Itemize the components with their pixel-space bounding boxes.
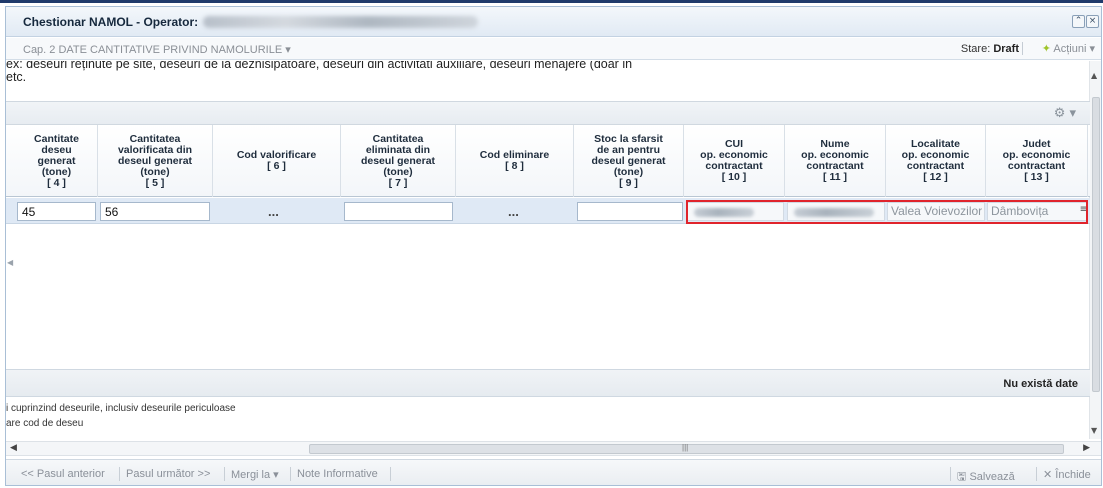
column-header[interactable]: Judet op. economic contractant [ 13 ]: [986, 125, 1088, 197]
scroll-right-icon[interactable]: ▶: [1083, 443, 1090, 453]
cod-valorificare-picker[interactable]: ...: [268, 204, 279, 219]
save-icon: 🖫: [957, 470, 967, 483]
column-header[interactable]: Nume op. economic contractant [ 11 ]: [785, 125, 886, 197]
close-icon[interactable]: ×: [1086, 15, 1099, 28]
cantitate-eliminata-input[interactable]: [344, 202, 453, 221]
collapse-arrow-icon[interactable]: ◀: [7, 258, 13, 267]
sparkle-icon: ✦: [1041, 42, 1051, 55]
save-label: Salvează: [969, 471, 1015, 483]
column-header[interactable]: Stoc la sfarsit de an pentru deseul gene…: [574, 125, 684, 197]
close-x-icon: ✕: [1043, 468, 1053, 481]
window-title: Chestionar NAMOL - Operator:: [23, 15, 199, 29]
divider: [224, 467, 225, 481]
divider: [290, 467, 291, 481]
cantitate-valorificata-input[interactable]: [100, 202, 210, 221]
no-data-label: Nu există date: [1003, 378, 1078, 390]
stoc-input[interactable]: [577, 202, 683, 221]
divider: [390, 467, 391, 481]
questionnaire-window: Chestionar NAMOL - Operator: ⌃ × Cap. 2 …: [5, 6, 1102, 486]
actions-menu[interactable]: ✦ Acțiuni ▾: [1042, 42, 1095, 55]
scroll-grip-icon: |||: [682, 443, 689, 452]
grid-status-bar: Nu există date: [6, 369, 1090, 397]
chapter-dropdown[interactable]: Cap. 2 DATE CANTITATIVE PRIVIND NAMOLURI…: [23, 43, 291, 56]
column-header[interactable]: Cantitate deseu generat (tone) [ 4 ]: [16, 125, 98, 197]
vertical-scroll-thumb[interactable]: [1092, 97, 1100, 392]
divider: [950, 467, 951, 481]
top-accent-line: [0, 0, 1103, 3]
scroll-up-icon[interactable]: ▲: [1091, 71, 1097, 80]
grid-header-row: Cantitate deseu generat (tone) [ 4 ] Can…: [6, 125, 1090, 197]
state-label: Stare:: [960, 43, 991, 55]
wizard-toolbar: << Pasul anterior Pasul următor >> Mergi…: [6, 459, 1101, 485]
column-header[interactable]: CUI op. economic contractant [ 10 ]: [684, 125, 785, 197]
data-grid: ⚙ ▾ Cantitate deseu generat (tone) [ 4 ]…: [6, 101, 1090, 374]
divider: [1022, 42, 1023, 55]
goto-dropdown[interactable]: Mergi la ▾: [231, 468, 279, 481]
info-notes-button[interactable]: Note Informative: [297, 468, 378, 480]
prev-step-button[interactable]: << Pasul anterior: [21, 468, 105, 480]
description-line-2: etc.: [6, 70, 27, 84]
actions-label: Acțiuni ▾: [1053, 43, 1095, 55]
horizontal-scrollbar[interactable]: ◀ ||| ▶: [6, 441, 1101, 456]
section-bar: Cap. 2 DATE CANTITATIVE PRIVIND NAMOLURI…: [6, 38, 1101, 60]
column-header[interactable]: Cod eliminare [ 8 ]: [456, 125, 574, 197]
vertical-scrollbar[interactable]: ▲ ▼: [1089, 61, 1101, 439]
state-value: Draft: [993, 43, 1019, 55]
description-text: ex: deseuri reținute pe site, deseuri de…: [6, 61, 1090, 101]
operator-name-redacted: [203, 16, 478, 28]
scroll-down-icon[interactable]: ▼: [1091, 426, 1097, 435]
grid-toolbar: ⚙ ▾: [6, 102, 1090, 125]
scroll-left-icon[interactable]: ◀: [10, 443, 17, 453]
save-button[interactable]: 🖫 Salvează: [957, 468, 1015, 485]
divider: [1036, 467, 1037, 481]
close-label: Închide: [1055, 469, 1091, 481]
close-button[interactable]: ✕ Închide: [1043, 468, 1091, 481]
state-indicator: Stare: Draft: [961, 43, 1019, 55]
column-header[interactable]: Cantitatea valorificata din deseul gener…: [98, 125, 213, 197]
next-step-button[interactable]: Pasul următor >>: [126, 468, 210, 480]
cod-eliminare-picker[interactable]: ...: [508, 204, 519, 219]
cantitate-generat-input[interactable]: [17, 202, 96, 221]
highlight-box: [686, 200, 1088, 224]
note-line-1: i cuprinzind deseurile, inclusiv deseuri…: [6, 403, 236, 414]
footer-notes: i cuprinzind deseurile, inclusiv deseuri…: [6, 401, 706, 431]
title-bar: Chestionar NAMOL - Operator: ⌃ ×: [6, 7, 1101, 37]
restore-icon[interactable]: ⌃: [1072, 15, 1085, 28]
column-header[interactable]: Localitate op. economic contractant [ 12…: [886, 125, 986, 197]
column-header[interactable]: Cantitatea eliminata din deseul generat …: [341, 125, 456, 197]
column-header[interactable]: Cod valorificare [ 6 ]: [213, 125, 341, 197]
gear-icon[interactable]: ⚙ ▾: [1054, 106, 1076, 121]
divider: [119, 467, 120, 481]
description-line-1: ex: deseuri reținute pe site, deseuri de…: [6, 61, 633, 71]
note-line-2: are cod de deseu: [6, 418, 84, 429]
